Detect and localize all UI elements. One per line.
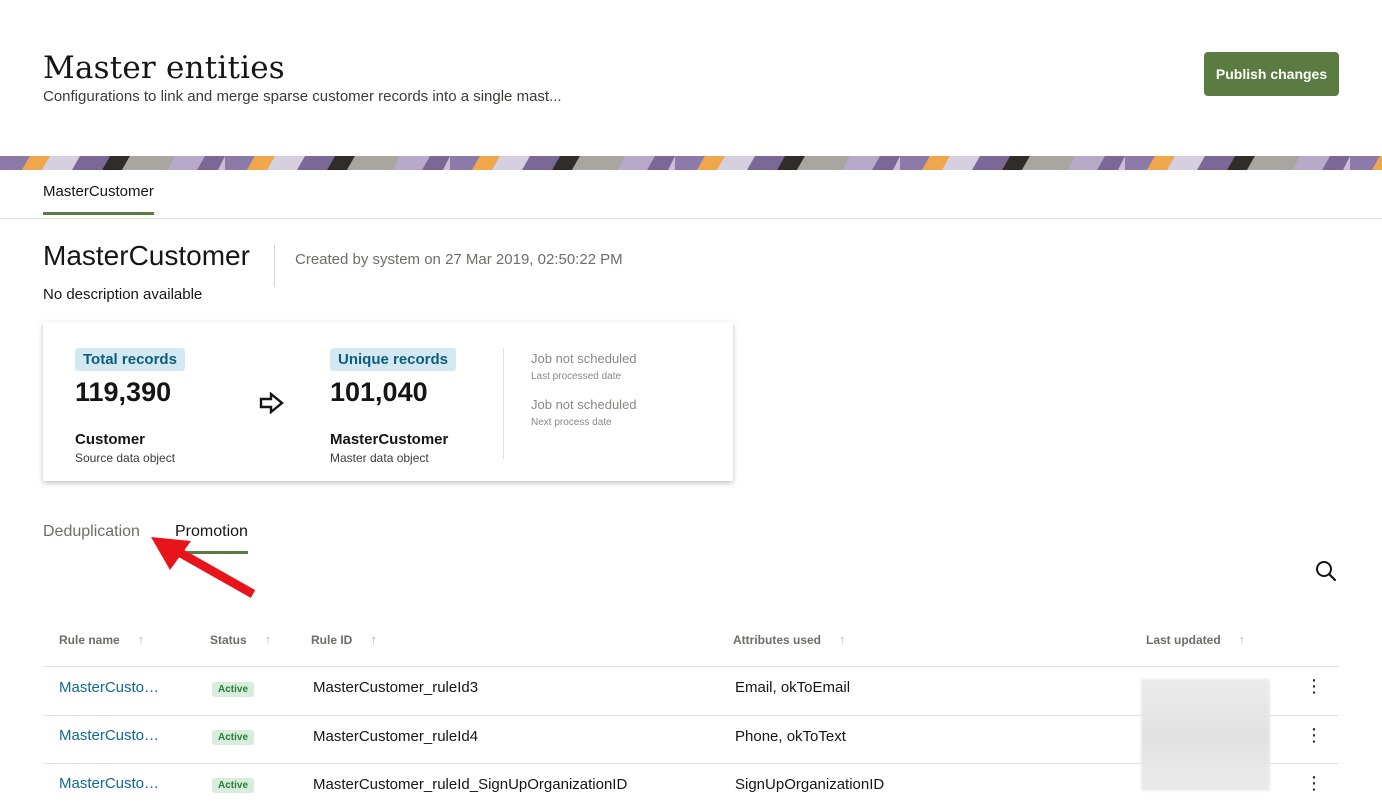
rule-id-cell: MasterCustomer_ruleId4 bbox=[313, 728, 479, 745]
entity-name: MasterCustomer bbox=[43, 240, 250, 271]
column-header-status[interactable]: Status ↑ bbox=[210, 632, 271, 647]
next-process-label: Next process date bbox=[531, 417, 612, 428]
job-status-next: Job not scheduled bbox=[531, 397, 637, 412]
records-summary-card: Total records 119,390 Customer Source da… bbox=[43, 322, 733, 481]
master-object-sub: Master data object bbox=[330, 451, 429, 465]
status-badge: Active bbox=[212, 730, 255, 745]
header-label: Rule name bbox=[59, 633, 120, 647]
table-divider bbox=[43, 666, 1339, 667]
sort-arrow-icon[interactable]: ↑ bbox=[370, 632, 377, 647]
tab-deduplication[interactable]: Deduplication bbox=[43, 523, 140, 541]
arrow-right-outline-icon bbox=[259, 392, 284, 414]
unique-records-label: Unique records bbox=[330, 348, 457, 371]
column-header-last-updated[interactable]: Last updated ↑ bbox=[1146, 632, 1245, 647]
job-status-last: Job not scheduled bbox=[531, 351, 637, 366]
total-records-label: Total records bbox=[75, 348, 185, 371]
attributes-cell: SignUpOrganizationID bbox=[735, 776, 885, 793]
tab-mastercustomer[interactable]: MasterCustomer bbox=[43, 183, 154, 215]
column-header-rule-name[interactable]: Rule name ↑ bbox=[59, 632, 144, 647]
unique-records-value: 101,040 bbox=[330, 377, 428, 407]
search-icon[interactable] bbox=[1313, 558, 1339, 584]
sort-arrow-icon[interactable]: ↑ bbox=[138, 632, 145, 647]
rule-id-cell: MasterCustomer_ruleId_SignUpOrganization… bbox=[313, 776, 628, 793]
row-actions-kebab-icon[interactable]: ⋮ bbox=[1305, 677, 1323, 695]
annotation-arrow-icon bbox=[151, 537, 256, 598]
page-title: Master entities bbox=[43, 50, 285, 86]
attributes-cell: Email, okToEmail bbox=[735, 679, 851, 696]
source-object-name: Customer bbox=[75, 431, 146, 448]
tabbar-divider bbox=[0, 218, 1382, 219]
redacted-last-updated bbox=[1141, 679, 1270, 791]
header-label: Rule ID bbox=[311, 633, 353, 647]
total-records-value: 119,390 bbox=[75, 377, 172, 407]
card-divider bbox=[503, 348, 504, 459]
row-actions-kebab-icon[interactable]: ⋮ bbox=[1305, 726, 1323, 744]
status-badge: Active bbox=[212, 682, 255, 697]
last-processed-label: Last processed date bbox=[531, 371, 622, 382]
publish-changes-button[interactable]: Publish changes bbox=[1204, 52, 1339, 96]
master-object-name: MasterCustomer bbox=[330, 431, 449, 448]
column-header-rule-id[interactable]: Rule ID ↑ bbox=[311, 632, 377, 647]
rule-name-link[interactable]: MasterCusto… bbox=[59, 679, 159, 696]
source-object-sub: Source data object bbox=[75, 451, 176, 465]
row-actions-kebab-icon[interactable]: ⋮ bbox=[1305, 774, 1323, 792]
header-label: Status bbox=[210, 633, 247, 647]
heading-divider bbox=[274, 244, 275, 287]
created-by-text: Created by system on 27 Mar 2019, 02:50:… bbox=[295, 251, 623, 268]
rule-id-cell: MasterCustomer_ruleId3 bbox=[313, 679, 479, 696]
decorative-banner bbox=[0, 156, 1382, 170]
column-header-attributes-used[interactable]: Attributes used ↑ bbox=[733, 632, 846, 647]
entity-description: No description available bbox=[43, 286, 203, 303]
header-label: Attributes used bbox=[733, 633, 822, 647]
attributes-cell: Phone, okToText bbox=[735, 728, 846, 745]
unique-records-stat: Unique records 101,040 bbox=[330, 348, 457, 408]
header-label: Last updated bbox=[1146, 633, 1221, 647]
status-badge: Active bbox=[212, 778, 255, 793]
rule-name-link[interactable]: MasterCusto… bbox=[59, 727, 159, 744]
sort-arrow-icon[interactable]: ↑ bbox=[839, 632, 846, 647]
page-subtitle: Configurations to link and merge sparse … bbox=[43, 88, 562, 105]
sort-arrow-icon[interactable]: ↑ bbox=[1239, 632, 1246, 647]
rule-name-link[interactable]: MasterCusto… bbox=[59, 775, 159, 792]
total-records-stat: Total records 119,390 bbox=[75, 348, 185, 408]
sort-arrow-icon[interactable]: ↑ bbox=[265, 632, 272, 647]
